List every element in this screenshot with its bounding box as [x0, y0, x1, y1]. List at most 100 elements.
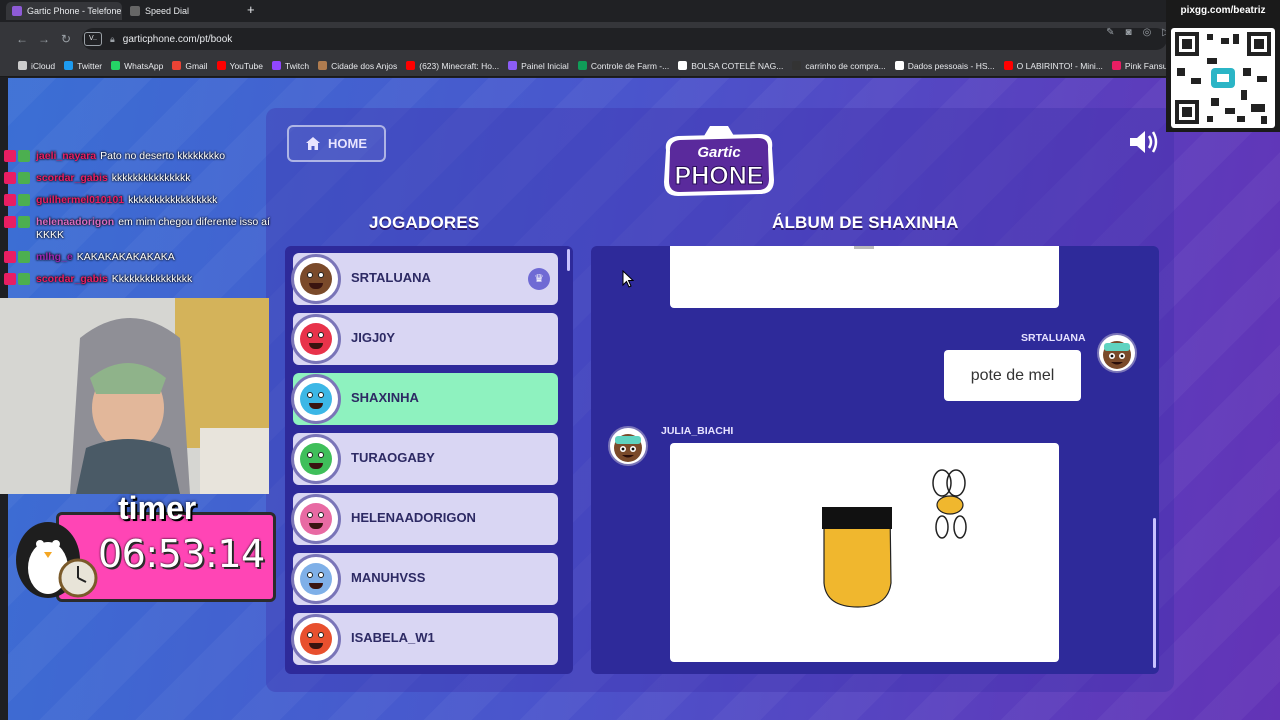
bookmark-favicon-icon	[318, 61, 328, 70]
chat-badge-icon	[18, 251, 30, 263]
player-name: MANUHVSS	[351, 570, 426, 585]
speed-dial-favicon-icon	[130, 6, 140, 16]
bookmark-label: Twitter	[77, 60, 103, 71]
album-scrollbar[interactable]	[1153, 518, 1156, 668]
chat-text: kkkkkkkkkkkkkkkkk	[128, 194, 218, 206]
streamer-webcam-image	[0, 298, 269, 494]
players-list[interactable]: SRTALUANA ♛ JIGJ0Y SHAXINHA TURAOGABY HELENAA…	[285, 246, 573, 674]
back-icon[interactable]: ←	[14, 31, 30, 47]
bookmark-favicon-icon	[172, 61, 182, 70]
avatar-eye	[307, 452, 313, 458]
new-tab-button[interactable]: +	[247, 3, 255, 17]
bookmark-item[interactable]: Twitch	[271, 61, 309, 71]
honey-pot-drawing	[822, 469, 967, 608]
drawing-canvas	[670, 443, 1059, 662]
player-row[interactable]: MANUHVSS	[291, 553, 558, 605]
chat-badge-icon	[18, 172, 30, 184]
sound-icon[interactable]	[1128, 128, 1160, 156]
player-name: JIGJ0Y	[351, 330, 396, 345]
chat-message: jaeli_nayara Pato no deserto kkkkkkkko	[0, 150, 275, 163]
bookmark-item[interactable]: Dados pessoais - HS...	[894, 61, 995, 71]
avatar-eye	[318, 632, 324, 638]
player-avatar	[291, 254, 341, 304]
bookmark-item[interactable]: Pink Fansub	[1111, 61, 1172, 71]
bookmark-item[interactable]: iCloud	[18, 61, 55, 71]
reload-icon[interactable]: ↻	[58, 31, 74, 47]
chat-badges	[4, 194, 30, 206]
qr-code-icon	[1171, 28, 1275, 128]
chat-username: helenaadorigon	[36, 216, 115, 228]
bookmark-label: (623) Minecraft: Ho...	[419, 60, 500, 71]
players-scrollbar[interactable]	[567, 249, 570, 271]
chat-message: guilhermel010101 kkkkkkkkkkkkkkkkk	[0, 194, 275, 207]
bookmark-favicon-icon	[64, 61, 74, 70]
bookmark-item[interactable]: YouTube	[216, 60, 263, 71]
bookmark-item[interactable]: O LABIRINTO! - Mini...	[1003, 61, 1103, 71]
avatar-eye	[318, 452, 324, 458]
avatar-face	[300, 443, 332, 475]
home-button[interactable]: HOME	[287, 125, 386, 162]
bookmark-label: YouTube	[229, 60, 263, 71]
forward-icon[interactable]: →	[36, 31, 52, 47]
bookmarks-bar: iCloud Twitter WhatsApp Gmail YouTube Twitch C…	[0, 55, 1280, 77]
avatar-eye	[307, 512, 313, 518]
player-avatar	[291, 434, 341, 484]
player-row[interactable]: HELENAADORIGON	[291, 493, 558, 545]
avatar-face	[300, 503, 332, 535]
avatar-eye	[307, 572, 313, 578]
camera-icon[interactable]: ◙	[1126, 27, 1132, 38]
player-avatar	[291, 314, 341, 364]
bookmark-item[interactable]: Gmail	[172, 61, 208, 71]
qr-label: pixgg.com/beatriz	[1180, 5, 1266, 16]
chat-text: KAKAKAKAKAKAKA	[76, 251, 175, 263]
bookmark-item[interactable]: Controle de Farm -...	[577, 61, 669, 71]
chat-username: mlhg_e	[36, 251, 73, 263]
bookmark-favicon-icon	[1003, 61, 1013, 70]
address-toolbar: ← → ↻ V.. 🔒︎ garticphone.com/pt/book	[0, 22, 1280, 55]
avatar-eye	[318, 332, 324, 338]
bookmark-favicon-icon	[577, 61, 587, 70]
player-name: HELENAADORIGON	[351, 510, 476, 525]
gartic-phone-logo: Gartic PHONE	[664, 126, 774, 196]
chat-message: helenaadorigon em mim chegou diferente is…	[0, 216, 275, 242]
tab-speed-dial[interactable]: Speed Dial	[124, 2, 242, 20]
avatar-face	[300, 563, 332, 595]
timer-label: timer	[118, 490, 197, 526]
browser-tab-bar: Gartic Phone - Telefone se ✕ Speed Dial …	[0, 0, 1280, 22]
bookmark-label: carrinho de compra...	[805, 60, 886, 71]
message-bubble: pote de mel	[944, 350, 1081, 401]
bookmark-item[interactable]: WhatsApp	[111, 61, 163, 71]
album-panel[interactable]: SRTALUANA pote de mel JULIA_BIACHI	[591, 246, 1159, 674]
url-bar[interactable]: V.. 🔒︎ garticphone.com/pt/book	[82, 28, 1167, 50]
chat-badge-icon	[4, 150, 16, 162]
chat-badges	[4, 273, 30, 285]
lock-icon[interactable]: 🔒︎	[110, 34, 115, 45]
bookmark-item[interactable]: carrinho de compra...	[792, 60, 886, 71]
player-row[interactable]: TURAOGABY	[291, 433, 558, 485]
player-row[interactable]: ISABELA_W1	[291, 613, 558, 665]
url-text[interactable]: garticphone.com/pt/book	[123, 34, 233, 45]
drawing-author: JULIA_BIACHI	[661, 425, 734, 437]
bookmark-item[interactable]: Painel Inicial	[508, 61, 569, 71]
player-row[interactable]: SRTALUANA ♛	[291, 253, 558, 305]
tab-title: Gartic Phone - Telefone se	[27, 6, 122, 16]
bookmark-favicon-icon	[508, 61, 518, 70]
bookmark-item[interactable]: BOLSA COTELÊ NAG...	[678, 61, 783, 71]
player-name: TURAOGABY	[351, 450, 435, 465]
card-divider	[854, 246, 874, 249]
logo-text-top: Gartic	[697, 144, 741, 161]
avatar-eye	[318, 392, 324, 398]
bookmark-item[interactable]: (623) Minecraft: Ho...	[406, 61, 499, 71]
player-row[interactable]: SHAXINHA	[291, 373, 558, 425]
tab-gartic-phone[interactable]: Gartic Phone - Telefone se ✕	[6, 2, 122, 20]
edit-icon[interactable]: ✎	[1106, 27, 1114, 38]
extension-badge[interactable]: V..	[84, 32, 102, 46]
player-row[interactable]: JIGJ0Y	[291, 313, 558, 365]
mouse-cursor-icon	[622, 270, 634, 288]
shield-icon[interactable]: ◎	[1143, 27, 1152, 38]
bookmark-item[interactable]: Cidade dos Anjos	[318, 61, 397, 71]
bookmark-item[interactable]: Twitter	[64, 61, 102, 71]
avatar-face	[300, 623, 332, 655]
bookmark-favicon-icon	[18, 61, 27, 70]
donation-qr-panel: pixgg.com/beatriz	[1166, 0, 1280, 132]
